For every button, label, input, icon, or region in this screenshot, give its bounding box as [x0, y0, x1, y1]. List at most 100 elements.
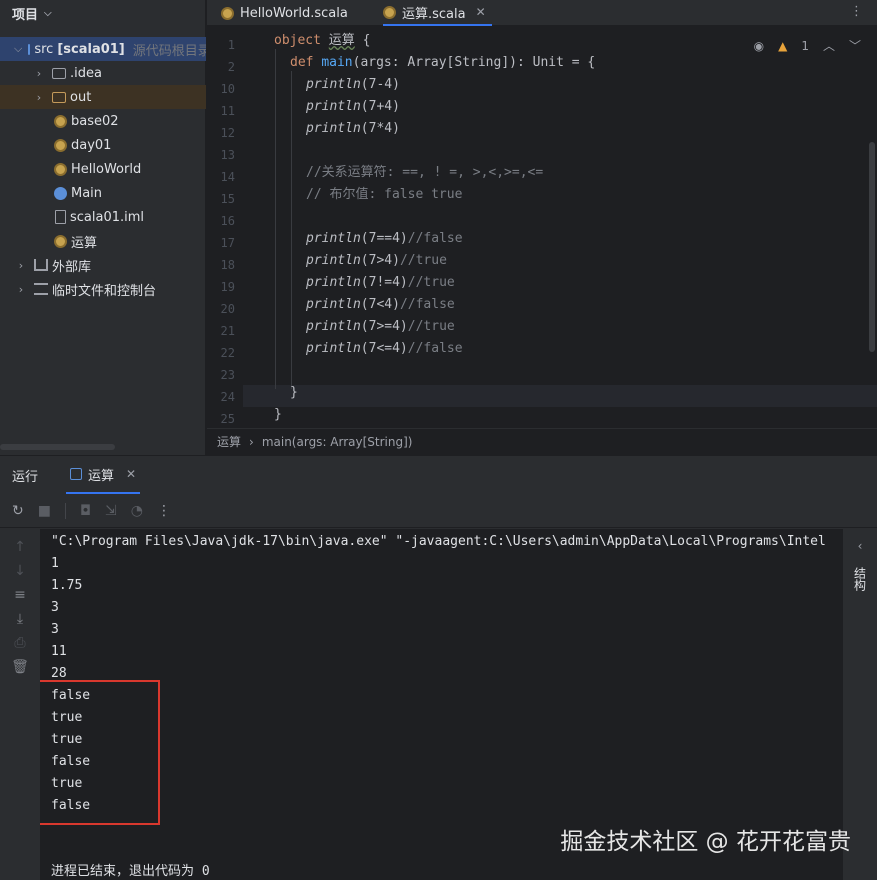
arrow-down-icon[interactable]: ↓: [14, 563, 26, 579]
trash-icon[interactable]: 🗑: [11, 659, 29, 675]
chevron-left-icon[interactable]: ‹: [858, 539, 863, 553]
line-number: 24: [220, 390, 235, 404]
tree-item-label: 运算: [71, 235, 98, 251]
vertical-scrollbar[interactable]: [869, 142, 875, 352]
code-line: println(7+4): [306, 96, 400, 118]
inspection-widget[interactable]: ◉ ▲ 1 ︿ ﹀: [754, 37, 861, 54]
line-number: 11: [220, 104, 235, 118]
chevron-right-icon[interactable]: ›: [14, 259, 28, 272]
tree-item-day01[interactable]: day01: [0, 133, 206, 157]
inline-comment: //true: [407, 275, 455, 290]
inline-comment: //false: [407, 231, 463, 246]
line-number: 15: [220, 192, 235, 206]
chevron-right-icon[interactable]: ›: [14, 283, 28, 296]
chevron-up-icon[interactable]: ︿: [823, 37, 835, 54]
console-line: 1.75: [51, 578, 83, 593]
keyword: object: [274, 33, 321, 48]
line-number: 25: [220, 412, 235, 426]
code-text: }: [290, 385, 298, 400]
folder-icon: [52, 91, 66, 103]
tree-item-scratches[interactable]: › 临时文件和控制台: [0, 277, 206, 301]
scala-object-icon: [54, 162, 67, 176]
library-icon: [34, 259, 48, 271]
horizontal-scrollbar[interactable]: [0, 444, 115, 450]
console-line: 1: [51, 556, 59, 571]
structure-tab[interactable]: 结构: [852, 567, 869, 591]
tree-item-main[interactable]: Main: [0, 181, 206, 205]
chevron-right-icon[interactable]: ›: [32, 67, 46, 80]
print-icon[interactable]: ⎙: [14, 635, 25, 651]
code-line: }: [274, 404, 282, 426]
code-line: println(7*4): [306, 118, 400, 140]
line-number: 14: [220, 170, 235, 184]
tree-item-base02[interactable]: base02: [0, 109, 206, 133]
keyword: def: [290, 55, 314, 70]
tree-item-external-libs[interactable]: › 外部库: [0, 253, 206, 277]
tree-item-label: scala01.iml: [70, 209, 145, 225]
run-tab-label: 运算: [88, 468, 115, 484]
chevron-down-icon[interactable]: ⌵: [44, 8, 52, 19]
close-icon[interactable]: ✕: [126, 467, 136, 481]
run-header: 运行 运算 ✕: [0, 456, 877, 494]
soft-wrap-icon[interactable]: ≡: [14, 587, 26, 603]
rerun-icon[interactable]: ↻: [12, 503, 24, 519]
code-text: (args: Array[String]): Unit = {: [352, 55, 596, 70]
line-number: 10: [220, 82, 235, 96]
eye-icon[interactable]: ◉: [754, 39, 764, 53]
breadcrumb-item[interactable]: main(args: Array[String]): [262, 435, 413, 449]
code-editor[interactable]: 1 2 10 11 12 13 14 15 16 17 18 19 20 21 22 23 24 25 objec…: [207, 27, 877, 427]
chevron-down-icon[interactable]: ﹀: [849, 37, 861, 54]
source-root-hint: 源代码根目录: [132, 43, 206, 59]
more-options-icon[interactable]: ⋮: [157, 503, 171, 519]
tree-item-helloworld[interactable]: HelloWorld: [0, 157, 206, 181]
scroll-to-end-icon[interactable]: ⤓: [17, 611, 23, 627]
line-number: 17: [220, 236, 235, 250]
export-icon[interactable]: ⇲: [105, 503, 117, 519]
project-panel: 项目 ⌵ ⌵ src [scala01] 源代码根目录 › .idea › ou…: [0, 0, 206, 455]
function-call: println: [306, 231, 361, 246]
breadcrumb-item[interactable]: 运算: [217, 433, 241, 450]
camera-icon[interactable]: ◘: [80, 503, 91, 519]
code-line: println(7==4)//false: [306, 228, 463, 250]
scala-object-icon: [383, 5, 396, 19]
folder-icon: [52, 67, 66, 79]
function-call: println: [306, 341, 361, 356]
line-number: 23: [220, 368, 235, 382]
line-number: 21: [220, 324, 235, 338]
tree-item-out[interactable]: › out: [0, 85, 206, 109]
tab-helloworld[interactable]: HelloWorld.scala: [221, 0, 348, 26]
editor-tabs: HelloWorld.scala 运算.scala ✕ ⋮: [207, 0, 877, 26]
close-icon[interactable]: ✕: [476, 5, 486, 19]
code-line: println(7!=4)//true: [306, 272, 455, 294]
run-tool-window: 运行 运算 ✕ ↻ ■ ◘ ⇲ ◔ ⋮ ↑ ↓ ≡ ⤓ ⎙ 🗑 "C:\Prog…: [0, 455, 877, 880]
tree-item-iml[interactable]: scala01.iml: [0, 205, 206, 229]
stop-icon[interactable]: ■: [38, 503, 51, 519]
tree-item-src[interactable]: ⌵ src [scala01] 源代码根目录: [0, 37, 206, 61]
console-line: 3: [51, 600, 59, 615]
warning-icon[interactable]: ▲: [778, 39, 787, 53]
tree-item-yunsuan[interactable]: 运算: [0, 229, 206, 253]
scala-object-icon: [54, 234, 67, 248]
code-line: def main(args: Array[String]): Unit = {: [290, 52, 595, 74]
tab-yunsuan[interactable]: 运算.scala ✕: [383, 0, 492, 26]
gauge-icon[interactable]: ◔: [131, 503, 143, 519]
tree-item-idea[interactable]: › .idea: [0, 61, 206, 85]
object-name: 运算: [328, 33, 355, 48]
expand-down-icon[interactable]: ⌵: [14, 42, 22, 56]
line-number: 18: [220, 258, 235, 272]
run-side-toolbar: ↑ ↓ ≡ ⤓ ⎙ 🗑: [0, 529, 40, 880]
warning-count: 1: [801, 38, 809, 53]
code-line: //关系运算符: ==, ! =, >,<,>=,<=: [306, 162, 543, 184]
function-call: println: [306, 319, 361, 334]
run-toolbar: ↻ ■ ◘ ⇲ ◔ ⋮: [0, 494, 877, 528]
code-line: println(7-4): [306, 74, 400, 96]
module-label: [scala01]: [57, 41, 125, 57]
project-header[interactable]: 项目 ⌵: [0, 0, 205, 26]
arrow-up-icon[interactable]: ↑: [14, 539, 26, 555]
tree-item-label: base02: [71, 113, 119, 129]
line-number: 13: [220, 148, 235, 162]
line-number: 20: [220, 302, 235, 316]
run-config-tab[interactable]: 运算 ✕: [66, 456, 141, 494]
more-options-icon[interactable]: ⋮: [850, 4, 863, 19]
chevron-right-icon[interactable]: ›: [32, 91, 46, 104]
